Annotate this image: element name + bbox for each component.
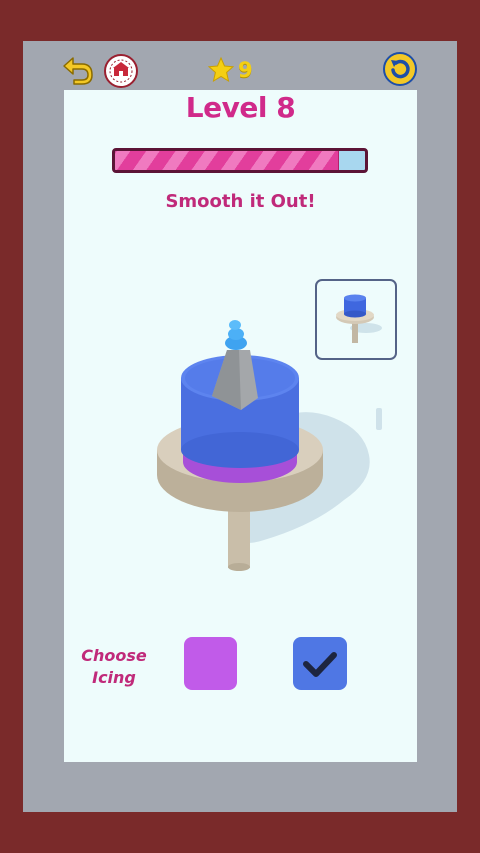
icing-option-blue[interactable] xyxy=(293,637,347,690)
level-progress-fill xyxy=(115,151,339,170)
star-counter: 9 xyxy=(207,55,253,85)
restart-icon xyxy=(383,52,417,86)
choose-icing-label-line2: Icing xyxy=(92,668,136,687)
restart-button[interactable] xyxy=(382,51,418,87)
back-arrow-icon xyxy=(63,57,93,85)
star-icon xyxy=(207,56,235,83)
icing-option-purple[interactable] xyxy=(184,637,237,690)
choose-icing-label-line1: Choose xyxy=(81,646,147,665)
checkmark-icon xyxy=(303,652,337,677)
level-title: Level 8 xyxy=(185,91,296,124)
instruction-text: Smooth it Out! xyxy=(165,191,316,212)
shop-badge[interactable] xyxy=(103,53,139,89)
star-count: 9 xyxy=(238,58,253,82)
level-progress-bar xyxy=(112,148,368,173)
back-button[interactable] xyxy=(60,52,96,88)
choose-icing-label: Choose Icing xyxy=(78,645,150,689)
cake-turntable-scene[interactable] xyxy=(64,300,417,600)
cake-shop-badge-icon xyxy=(104,54,138,88)
cake-image xyxy=(157,320,382,571)
